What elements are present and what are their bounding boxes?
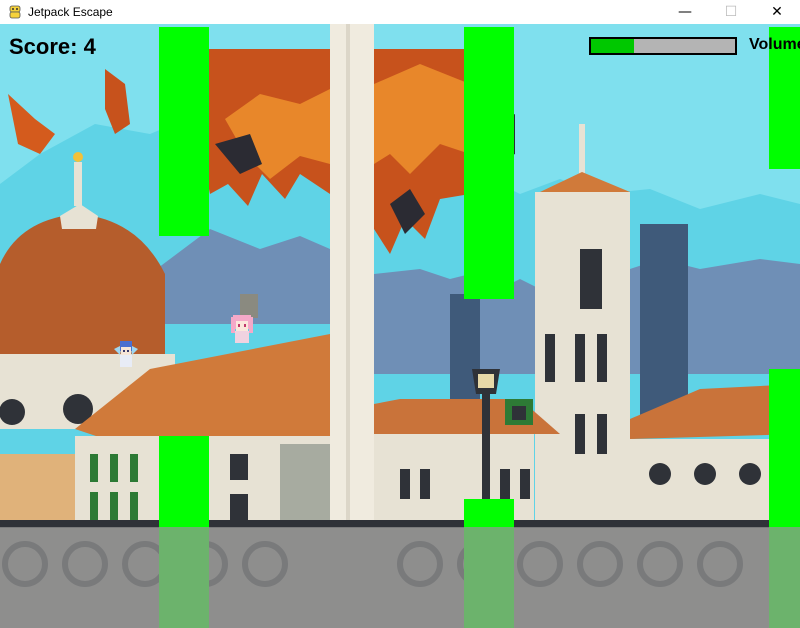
ground-overlay	[0, 527, 800, 628]
maximize-button[interactable]: ☐	[708, 0, 754, 24]
pipe-top-1	[159, 27, 209, 236]
volume-label: Volume	[749, 36, 800, 53]
volume-slider[interactable]	[589, 37, 737, 55]
close-button[interactable]: ✕	[754, 0, 800, 24]
pink-character-sprite	[231, 315, 253, 343]
pipe-top-2	[464, 27, 514, 299]
python-app-icon	[9, 5, 21, 19]
score-display: Score: 4	[9, 34, 96, 59]
minimize-button[interactable]: —	[662, 0, 708, 24]
winged-character-sprite	[114, 341, 138, 367]
volume-level-fill	[591, 39, 635, 53]
title-bar[interactable]: Jetpack Escape — ☐ ✕	[0, 0, 800, 24]
window-title: Jetpack Escape	[28, 5, 113, 19]
game-canvas[interactable]: Score: 4 Volume	[0, 24, 800, 628]
